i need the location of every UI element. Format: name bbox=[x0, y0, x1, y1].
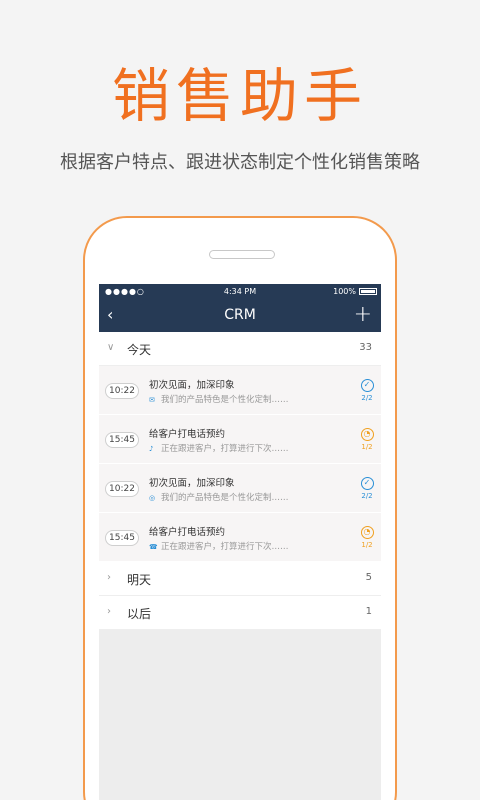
task-time: 15:45 bbox=[105, 432, 139, 448]
task-desc: ◎ 我们的产品特色是个性化定制…… bbox=[149, 493, 289, 503]
phone-icon: ☎ bbox=[149, 543, 158, 551]
task-time: 10:22 bbox=[105, 383, 139, 399]
tagline: 根据客户特点、跟进状态制定个性化销售策略 bbox=[60, 152, 420, 173]
task-title: 初次见面，加深印象 bbox=[149, 380, 235, 391]
page-title: CRM bbox=[224, 307, 256, 323]
section-label: 明天 bbox=[127, 573, 152, 587]
task-progress: 2/2 bbox=[361, 492, 373, 500]
phone-screen: ●●●●○ 4:34 PM 100% ‹ CRM + ∨ 今天 33 10:22… bbox=[99, 284, 381, 800]
section-label: 今天 bbox=[127, 343, 152, 357]
section-count: 1 bbox=[365, 606, 372, 617]
clock-icon: ◔ bbox=[360, 428, 374, 441]
chat-icon: ◎ bbox=[149, 494, 156, 502]
task-title: 给客户打电话预约 bbox=[149, 527, 226, 538]
task-item[interactable]: 15:45 给客户打电话预约 ☎ 正在跟进客户，打算进行下次…… ◔ 1/2 bbox=[99, 513, 381, 562]
task-status: ✓ 2/2 bbox=[359, 379, 375, 402]
chevron-right-icon: › bbox=[107, 606, 111, 617]
battery-icon bbox=[359, 288, 377, 295]
task-title: 初次见面，加深印象 bbox=[149, 478, 235, 489]
task-item[interactable]: 15:45 给客户打电话预约 ♪ 正在跟进客户，打算进行下次…… ◔ 1/2 bbox=[99, 415, 381, 464]
task-status: ✓ 2/2 bbox=[359, 477, 375, 500]
chevron-down-icon: ∨ bbox=[107, 342, 115, 353]
add-icon[interactable]: + bbox=[354, 302, 372, 327]
task-time: 10:22 bbox=[105, 481, 139, 497]
task-item[interactable]: 10:22 初次见面，加深印象 ◎ 我们的产品特色是个性化定制…… ✓ 2/2 bbox=[99, 464, 381, 513]
section-later[interactable]: › 以后 1 bbox=[99, 596, 381, 630]
battery-percent: 100% bbox=[333, 287, 356, 296]
bell-icon: ♪ bbox=[149, 445, 154, 453]
empty-area bbox=[99, 630, 381, 800]
chevron-right-icon: › bbox=[107, 572, 111, 583]
battery-status: 100% bbox=[333, 287, 377, 296]
mail-icon: ✉ bbox=[149, 396, 155, 404]
task-desc: ✉ 我们的产品特色是个性化定制…… bbox=[149, 395, 289, 405]
headline: 销售助手 bbox=[111, 62, 368, 130]
section-tomorrow[interactable]: › 明天 5 bbox=[99, 562, 381, 596]
check-icon: ✓ bbox=[360, 477, 374, 490]
task-progress: 1/2 bbox=[361, 443, 373, 451]
section-count: 33 bbox=[359, 342, 372, 353]
task-progress: 1/2 bbox=[361, 541, 373, 549]
check-icon: ✓ bbox=[360, 379, 374, 392]
task-desc: ♪ 正在跟进客户，打算进行下次…… bbox=[149, 444, 289, 454]
task-status: ◔ 1/2 bbox=[359, 428, 375, 451]
task-desc: ☎ 正在跟进客户，打算进行下次…… bbox=[149, 542, 289, 552]
task-time: 15:45 bbox=[105, 530, 139, 546]
section-count: 5 bbox=[365, 572, 372, 583]
task-status: ◔ 1/2 bbox=[359, 526, 375, 549]
task-item[interactable]: 10:22 初次见面，加深印象 ✉ 我们的产品特色是个性化定制…… ✓ 2/2 bbox=[99, 366, 381, 415]
section-label: 以后 bbox=[127, 607, 152, 621]
task-title: 给客户打电话预约 bbox=[149, 429, 226, 440]
status-bar: ●●●●○ 4:34 PM 100% bbox=[99, 284, 381, 299]
task-progress: 2/2 bbox=[361, 394, 373, 402]
clock-icon: ◔ bbox=[360, 526, 374, 539]
nav-bar: ‹ CRM + bbox=[99, 299, 381, 332]
section-today[interactable]: ∨ 今天 33 bbox=[99, 332, 381, 366]
phone-speaker bbox=[209, 250, 275, 259]
